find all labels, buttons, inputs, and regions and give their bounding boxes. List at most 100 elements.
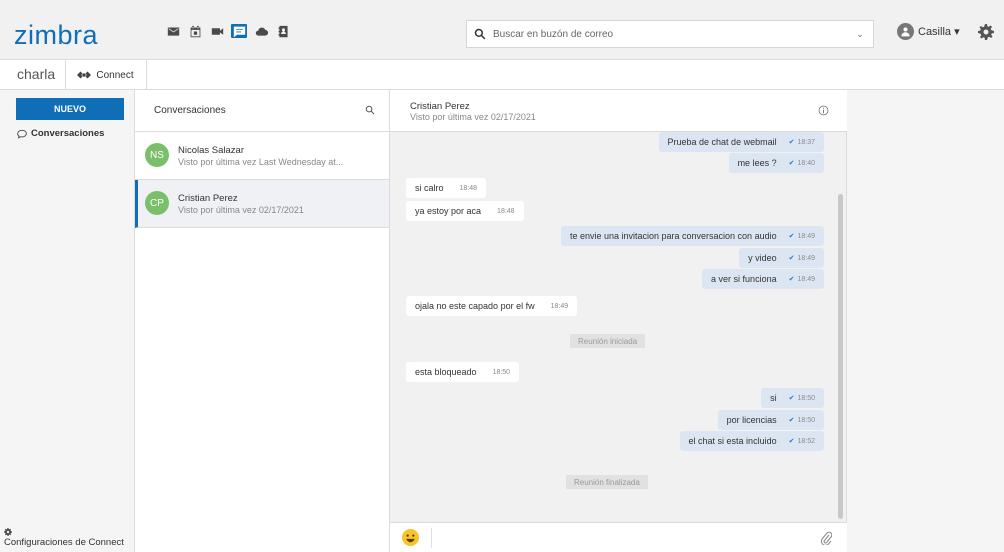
conversation-status: Visto por última vez Last Wednesday at..… xyxy=(178,157,344,167)
paperclip-icon[interactable] xyxy=(820,531,833,548)
message-text: ojala no este capado por el fw xyxy=(415,301,535,311)
connect-settings-link[interactable]: Configuraciones de Connect xyxy=(4,528,124,548)
check-icon: ✔ xyxy=(788,276,795,283)
search-input[interactable] xyxy=(493,28,847,40)
message-time: 18:49 xyxy=(797,232,815,240)
conversation-status: Visto por última vez 02/17/2021 xyxy=(178,205,304,215)
message-time: 18:50 xyxy=(797,416,815,424)
video-icon[interactable] xyxy=(209,24,225,38)
message-text: me lees ? xyxy=(737,158,777,168)
avatar: NS xyxy=(145,143,169,167)
message-text: y video xyxy=(748,253,777,263)
message-text: por licencias xyxy=(726,415,777,425)
message-time: 18:40 xyxy=(797,159,815,167)
app-switcher xyxy=(165,24,291,38)
chat-contact-name: Cristian Perez xyxy=(410,101,470,112)
conversations-header: Conversaciones xyxy=(135,90,389,132)
new-button[interactable]: NUEVO xyxy=(16,98,124,120)
message-text: esta bloqueado xyxy=(415,367,477,377)
message-text: si calro xyxy=(415,183,444,193)
message-bubble: a ver si funciona ✔ 18:49 xyxy=(702,269,824,289)
calendar-icon[interactable] xyxy=(187,24,203,38)
message-time: 18:37 xyxy=(797,138,815,146)
settings-label: Configuraciones de Connect xyxy=(4,537,124,548)
scrollbar[interactable] xyxy=(838,194,843,519)
gear-icon[interactable] xyxy=(978,24,994,43)
divider xyxy=(431,528,432,548)
avatar: CP xyxy=(145,191,169,215)
message-time: 18:49 xyxy=(797,275,815,283)
gear-icon xyxy=(4,528,12,536)
message-bubble: si calro 18:48 xyxy=(406,178,487,198)
message-time: 18:49 xyxy=(550,302,569,310)
conversation-item[interactable]: CP Cristian Perez Visto por última vez 0… xyxy=(135,180,389,228)
message-bubble: y video ✔ 18:49 xyxy=(739,248,824,268)
tab-connect[interactable]: Connect xyxy=(65,60,147,90)
message-bubble: si ✔ 18:50 xyxy=(761,388,824,408)
message-time: 18:48 xyxy=(497,207,515,215)
check-icon: ✔ xyxy=(788,139,795,146)
sidebar-item-label: Conversaciones xyxy=(31,128,105,139)
chat-last-seen: Visto por última vez 02/17/2021 xyxy=(410,112,536,122)
conversation-name: Nicolas Salazar xyxy=(178,145,244,156)
sub-bar: charla Connect xyxy=(0,60,1004,90)
emoji-icon[interactable] xyxy=(401,528,420,550)
message-text: el chat si esta incluido xyxy=(688,436,777,446)
message-bubble: por licencias ✔ 18:50 xyxy=(717,410,824,430)
chevron-down-icon[interactable]: ⌄ xyxy=(847,29,873,40)
conversation-item[interactable]: NS Nicolas Salazar Visto por última vez … xyxy=(135,132,389,180)
message-time: 18:48 xyxy=(459,184,478,192)
top-bar: zimbra ⌄ Casilla ▾ xyxy=(0,0,1004,60)
empty-side-pane xyxy=(847,90,1004,552)
message-bubble: Prueba de chat de webmail ✔ 18:37 xyxy=(658,132,824,152)
check-icon: ✔ xyxy=(788,417,795,424)
message-composer xyxy=(390,522,847,552)
sidebar-item-conversations[interactable]: Conversaciones xyxy=(17,128,104,139)
tab-connect-label: Connect xyxy=(96,69,134,81)
message-bubble: ojala no este capado por el fw 18:49 xyxy=(406,296,578,316)
left-sidebar: NUEVO Conversaciones Configuraciones de … xyxy=(0,90,135,552)
avatar xyxy=(897,23,914,40)
message-bubble: ya estoy por aca 18:48 xyxy=(406,201,524,221)
contacts-icon[interactable] xyxy=(275,24,291,38)
system-message: Reunión iniciada xyxy=(570,334,646,348)
user-menu-label: Casilla ▾ xyxy=(918,26,960,38)
message-text: a ver si funciona xyxy=(711,274,777,284)
message-bubble: esta bloqueado 18:50 xyxy=(406,362,520,382)
message-bubble: me lees ? ✔ 18:40 xyxy=(728,153,824,173)
message-bubble: el chat si esta incluido ✔ 18:52 xyxy=(679,431,824,451)
message-time: 18:52 xyxy=(797,437,815,445)
info-icon[interactable] xyxy=(818,105,829,119)
conversations-title: Conversaciones xyxy=(154,105,226,116)
check-icon: ✔ xyxy=(788,438,795,445)
message-time: 18:50 xyxy=(797,394,815,402)
search-bar: ⌄ xyxy=(466,20,874,48)
user-menu[interactable]: Casilla ▾ xyxy=(897,23,960,40)
chat-panel: Cristian Perez Visto por última vez 02/1… xyxy=(390,90,847,552)
message-text: si xyxy=(770,393,777,403)
check-icon: ✔ xyxy=(788,255,795,262)
mail-icon[interactable] xyxy=(165,24,181,38)
cloud-icon[interactable] xyxy=(253,24,269,38)
check-icon: ✔ xyxy=(788,395,795,402)
search-icon[interactable] xyxy=(365,105,375,118)
conversations-list: Conversaciones NS Nicolas Salazar Visto … xyxy=(135,90,390,552)
chat-header: Cristian Perez Visto por última vez 02/1… xyxy=(390,90,847,132)
system-message: Reunión finalizada xyxy=(566,475,648,489)
message-list: Prueba de chat de webmail ✔ 18:37 me lee… xyxy=(390,132,847,522)
message-text: Prueba de chat de webmail xyxy=(667,137,777,147)
message-text: te envie una invitacion para conversacio… xyxy=(569,231,777,241)
check-icon: ✔ xyxy=(788,160,795,167)
zimbra-logo[interactable]: zimbra xyxy=(14,20,98,51)
chat-bubble-icon xyxy=(17,129,27,139)
app-title: charla xyxy=(17,66,56,82)
message-bubble: te envie una invitacion para conversacio… xyxy=(560,226,824,246)
message-time: 18:49 xyxy=(797,254,815,262)
message-time: 18:50 xyxy=(492,368,511,376)
conversation-name: Cristian Perez xyxy=(178,193,238,204)
check-icon: ✔ xyxy=(788,233,795,240)
connect-icon xyxy=(77,71,92,79)
search-icon[interactable] xyxy=(467,28,493,40)
chat-icon[interactable] xyxy=(231,24,247,38)
message-text: ya estoy por aca xyxy=(415,206,482,216)
